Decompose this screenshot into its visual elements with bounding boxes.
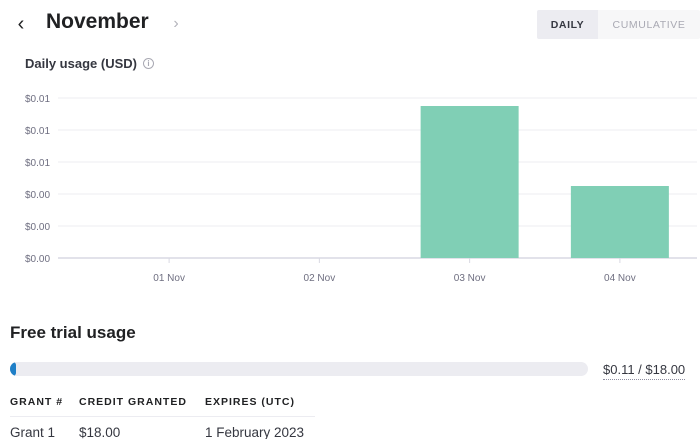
view-toggle: DAILY CUMULATIVE (537, 10, 700, 39)
expires-cell: 1 February 2023 (205, 425, 305, 439)
bar (420, 106, 519, 258)
credit-granted-cell: $18.00 (79, 425, 121, 439)
y-tick-label: $0.00 (25, 254, 50, 265)
y-tick-label: $0.01 (25, 94, 50, 105)
grants-table-header: GRANT # CREDIT GRANTED EXPIRES (UTC) (10, 396, 315, 417)
column-header-grant: GRANT # (10, 396, 64, 408)
month-title: November (46, 10, 149, 33)
x-tick-label: 02 Nov (304, 273, 336, 284)
chart-title: Daily usage (USD) (25, 56, 137, 71)
info-icon[interactable]: i (142, 58, 154, 69)
chevron-right-icon[interactable]: › (168, 12, 184, 36)
chevron-left-icon[interactable]: ‹ (12, 11, 30, 37)
x-tick-label: 01 Nov (153, 273, 185, 284)
daily-usage-chart: $0.00 $0.00 $0.00 $0.01 $0.01 $0.01 01 Nov 02 N… (25, 94, 697, 284)
x-tick-label: 03 Nov (454, 273, 486, 284)
chart-heading: Daily usage (USD) i (25, 56, 154, 71)
free-trial-usage-amount[interactable]: $0.11 / $18.00 (603, 362, 686, 380)
daily-toggle-button[interactable]: DAILY (537, 10, 598, 39)
free-trial-progress-fill (10, 362, 16, 376)
grant-number-cell: Grant 1 (10, 425, 56, 439)
free-trial-progress-bar (10, 362, 588, 376)
cumulative-toggle-button[interactable]: CUMULATIVE (598, 10, 700, 39)
table-row: Grant 1 $18.00 1 February 2023 (10, 425, 315, 439)
free-trial-title: Free trial usage (10, 323, 136, 342)
y-tick-label: $0.00 (25, 222, 50, 233)
column-header-credit: CREDIT GRANTED (79, 396, 187, 408)
column-header-expires: EXPIRES (UTC) (205, 396, 296, 408)
y-tick-label: $0.01 (25, 158, 50, 169)
x-tick-label: 04 Nov (604, 273, 636, 284)
y-tick-label: $0.01 (25, 126, 50, 137)
page-header: ‹ November › DAILY CUMULATIVE (0, 0, 700, 48)
bar (570, 186, 669, 258)
y-tick-label: $0.00 (25, 190, 50, 201)
